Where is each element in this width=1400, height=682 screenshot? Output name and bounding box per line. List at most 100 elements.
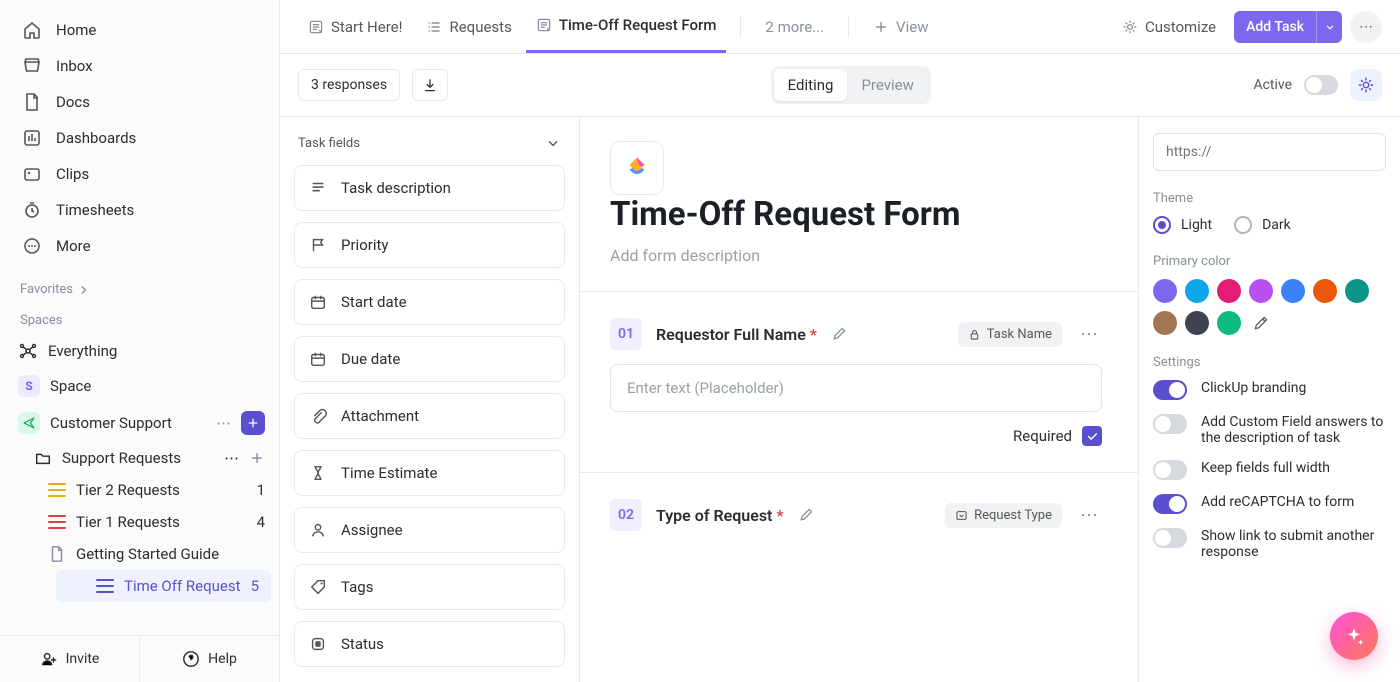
sidebar-customer-support[interactable]: Customer Support ⋯: [0, 404, 279, 442]
field-card[interactable]: Time Estimate: [294, 450, 565, 496]
network-icon: [18, 341, 38, 361]
cal-icon: [309, 350, 327, 368]
tab-add-view[interactable]: View: [863, 0, 938, 53]
form-description[interactable]: Add form description: [610, 246, 1102, 265]
sidebar-space[interactable]: S Space: [0, 368, 279, 404]
customize-button[interactable]: Customize: [1112, 0, 1226, 53]
chevron-down-icon[interactable]: [545, 135, 561, 151]
field-card[interactable]: Status: [294, 621, 565, 667]
redirect-url-input[interactable]: [1153, 133, 1386, 171]
color-swatch[interactable]: [1249, 279, 1273, 303]
setting-label: Show link to submit another response: [1201, 528, 1386, 560]
pencil-icon[interactable]: [798, 507, 814, 523]
color-swatch[interactable]: [1185, 279, 1209, 303]
download-button[interactable]: [412, 69, 448, 101]
field-card[interactable]: Tags: [294, 564, 565, 610]
gear-icon: [1122, 19, 1138, 35]
color-swatch[interactable]: [1313, 279, 1337, 303]
nav-docs[interactable]: Docs: [8, 84, 271, 120]
form-settings-button[interactable]: [1350, 69, 1382, 101]
space-badge-cs: [18, 412, 40, 434]
color-swatch[interactable]: [1185, 311, 1209, 335]
field-more-button[interactable]: ⋯: [1076, 505, 1102, 526]
tab-0[interactable]: Start Here!: [298, 0, 412, 53]
setting-toggle[interactable]: [1153, 528, 1187, 548]
sidebar-footer: Invite Help: [0, 635, 279, 682]
help-button[interactable]: Help: [139, 636, 279, 682]
tab-1[interactable]: Requests: [416, 0, 521, 53]
setting-row: Add reCAPTCHA to form: [1153, 494, 1386, 514]
favorites-header[interactable]: Favorites: [0, 272, 279, 303]
form-settings-panel: Theme Light Dark Primary color Settings …: [1138, 117, 1400, 682]
color-swatch[interactable]: [1217, 311, 1241, 335]
field-more-button[interactable]: ⋯: [1076, 324, 1102, 345]
eyedropper-icon: [1253, 315, 1269, 331]
list-item[interactable]: Time Off Request 5: [56, 570, 271, 602]
ai-fab-button[interactable]: [1330, 612, 1378, 660]
overflow-button[interactable]: ⋯: [1350, 11, 1382, 43]
setting-toggle[interactable]: [1153, 460, 1187, 480]
responses-button[interactable]: 3 responses: [298, 69, 400, 101]
preview-button[interactable]: Preview: [847, 69, 927, 101]
editing-button[interactable]: Editing: [774, 69, 848, 101]
more-icon[interactable]: ⋯: [224, 449, 239, 467]
add-list-button[interactable]: [249, 450, 265, 466]
list-item[interactable]: Tier 2 Requests 1: [48, 474, 279, 506]
timer-icon: [22, 200, 42, 220]
help-icon: [182, 650, 200, 668]
form-title[interactable]: Time-Off Request Form: [610, 195, 1102, 234]
setting-row: Keep fields full width: [1153, 460, 1386, 480]
add-task-button[interactable]: Add Task: [1234, 11, 1342, 43]
setting-toggle[interactable]: [1153, 494, 1187, 514]
tab-more[interactable]: 2 more...: [755, 0, 834, 53]
form-icon: [536, 17, 552, 33]
color-swatch[interactable]: [1345, 279, 1369, 303]
add-space-button[interactable]: [241, 411, 265, 435]
field-card[interactable]: Task description: [294, 165, 565, 211]
active-toggle[interactable]: [1304, 75, 1338, 95]
download-icon: [422, 77, 438, 93]
color-swatch[interactable]: [1281, 279, 1305, 303]
setting-label: Keep fields full width: [1201, 460, 1386, 476]
eyedropper-button[interactable]: [1249, 311, 1273, 335]
nav-clips[interactable]: Clips: [8, 156, 271, 192]
list-item[interactable]: Getting Started Guide: [48, 538, 279, 570]
color-swatch[interactable]: [1153, 279, 1177, 303]
setting-label: ClickUp branding: [1201, 380, 1386, 396]
doc-icon: [22, 92, 42, 112]
setting-toggle[interactable]: [1153, 380, 1187, 400]
form-icon: [308, 19, 324, 35]
color-swatch[interactable]: [1217, 279, 1241, 303]
pencil-icon[interactable]: [831, 326, 847, 342]
nav-inbox[interactable]: Inbox: [8, 48, 271, 84]
list-icon: [48, 515, 66, 529]
dash-icon: [22, 128, 42, 148]
more-icon[interactable]: ⋯: [216, 414, 231, 432]
required-checkbox[interactable]: [1082, 426, 1102, 446]
field-card[interactable]: Priority: [294, 222, 565, 268]
nav-dashboards[interactable]: Dashboards: [8, 120, 271, 156]
nav-home[interactable]: Home: [8, 12, 271, 48]
sidebar-support-requests[interactable]: Support Requests ⋯: [34, 442, 279, 474]
chevron-down-icon[interactable]: [1316, 11, 1342, 43]
invite-button[interactable]: Invite: [0, 636, 139, 682]
form-field-2[interactable]: 02 Type of Request * Request Type ⋯: [610, 499, 1102, 531]
invite-icon: [40, 650, 58, 668]
nav-timesheets[interactable]: Timesheets: [8, 192, 271, 228]
form-logo[interactable]: [610, 141, 664, 195]
field-placeholder-input[interactable]: Enter text (Placeholder): [610, 364, 1102, 412]
nav-more[interactable]: More: [8, 228, 271, 264]
setting-toggle[interactable]: [1153, 414, 1187, 434]
theme-dark[interactable]: Dark: [1234, 216, 1291, 234]
desc-icon: [309, 179, 327, 197]
sidebar-everything[interactable]: Everything: [0, 334, 279, 368]
field-card[interactable]: Start date: [294, 279, 565, 325]
list-item[interactable]: Tier 1 Requests 4: [48, 506, 279, 538]
field-card[interactable]: Assignee: [294, 507, 565, 553]
tab-2[interactable]: Time-Off Request Form: [526, 0, 727, 53]
field-card[interactable]: Due date: [294, 336, 565, 382]
field-card[interactable]: Attachment: [294, 393, 565, 439]
color-swatch[interactable]: [1153, 311, 1177, 335]
form-field-1[interactable]: 01 Requestor Full Name * Task Name ⋯ Ent…: [610, 318, 1102, 446]
theme-light[interactable]: Light: [1153, 216, 1212, 234]
